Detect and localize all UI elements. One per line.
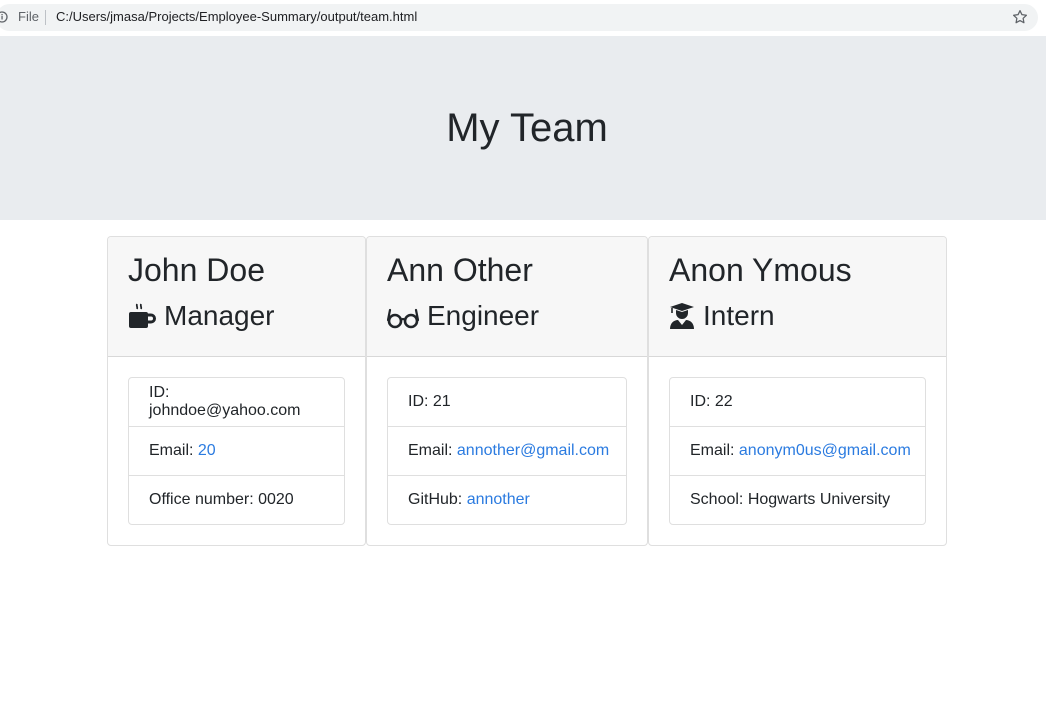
file-scheme-label: File — [18, 9, 39, 24]
list-item: ID: 22 — [670, 378, 925, 427]
list-item: School: Hogwarts University — [670, 476, 925, 524]
list-item: Email: annother@gmail.com — [388, 427, 626, 476]
list-item: GitHub: annother — [388, 476, 626, 524]
employee-name: John Doe — [128, 252, 265, 288]
list-item: Email: anonym0us@gmail.com — [670, 427, 925, 476]
page-title: My Team — [446, 106, 608, 150]
glasses-icon — [387, 308, 419, 329]
bookmark-star-icon[interactable] — [1011, 8, 1029, 26]
employee-card-intern: Anon Ymous Intern ID: 22 Email: anonym0u… — [648, 236, 947, 546]
office-number-text: Office number: 0020 — [149, 491, 294, 508]
email-label: Email: — [149, 442, 194, 459]
employee-card-manager: John Doe Manager ID: johndoe@yahoo.com E… — [107, 236, 366, 546]
list-item: Office number: 0020 — [129, 476, 344, 524]
employee-role: Engineer — [387, 299, 539, 333]
info-icon[interactable] — [0, 11, 10, 23]
coffee-mug-icon — [129, 303, 156, 328]
employee-name: Anon Ymous — [669, 252, 852, 288]
card-header: John Doe Manager — [108, 237, 365, 357]
card-header: Anon Ymous Intern — [649, 237, 946, 357]
graduate-icon — [670, 302, 694, 329]
email-label: Email: — [690, 442, 735, 459]
address-separator — [45, 10, 46, 25]
employee-details: ID: 21 Email: annother@gmail.com GitHub:… — [387, 377, 627, 525]
url-text[interactable]: C:/Users/jmasa/Projects/Employee-Summary… — [56, 9, 417, 24]
role-label: Engineer — [427, 300, 540, 331]
card-header: Ann Other Engineer — [367, 237, 647, 357]
list-item: Email: 20 — [129, 427, 344, 476]
role-label: Intern — [703, 300, 775, 331]
employee-details: ID: johndoe@yahoo.com Email: 20 Office n… — [128, 377, 345, 525]
id-text: ID: johndoe@yahoo.com — [149, 384, 301, 419]
list-item: ID: 21 — [388, 378, 626, 427]
employee-role: Manager — [128, 299, 275, 333]
github-label: GitHub: — [408, 491, 463, 508]
page-header: My Team — [0, 36, 1046, 220]
browser-address-bar: File C:/Users/jmasa/Projects/Employee-Su… — [0, 0, 1046, 36]
list-item: ID: johndoe@yahoo.com — [129, 378, 344, 427]
employee-details: ID: 22 Email: anonym0us@gmail.com School… — [669, 377, 926, 525]
employee-card-engineer: Ann Other Engineer ID: 21 Email: annothe… — [366, 236, 648, 546]
employee-name: Ann Other — [387, 252, 533, 288]
role-label: Manager — [164, 300, 275, 331]
email-link[interactable]: anonym0us@gmail.com — [739, 442, 911, 460]
employee-role: Intern — [669, 299, 775, 333]
github-link[interactable]: annother — [467, 491, 530, 509]
email-link[interactable]: annother@gmail.com — [457, 442, 609, 460]
email-label: Email: — [408, 442, 453, 459]
id-text: ID: 22 — [690, 393, 733, 410]
id-text: ID: 21 — [408, 393, 451, 410]
email-link[interactable]: 20 — [198, 442, 216, 460]
school-text: School: Hogwarts University — [690, 491, 891, 508]
